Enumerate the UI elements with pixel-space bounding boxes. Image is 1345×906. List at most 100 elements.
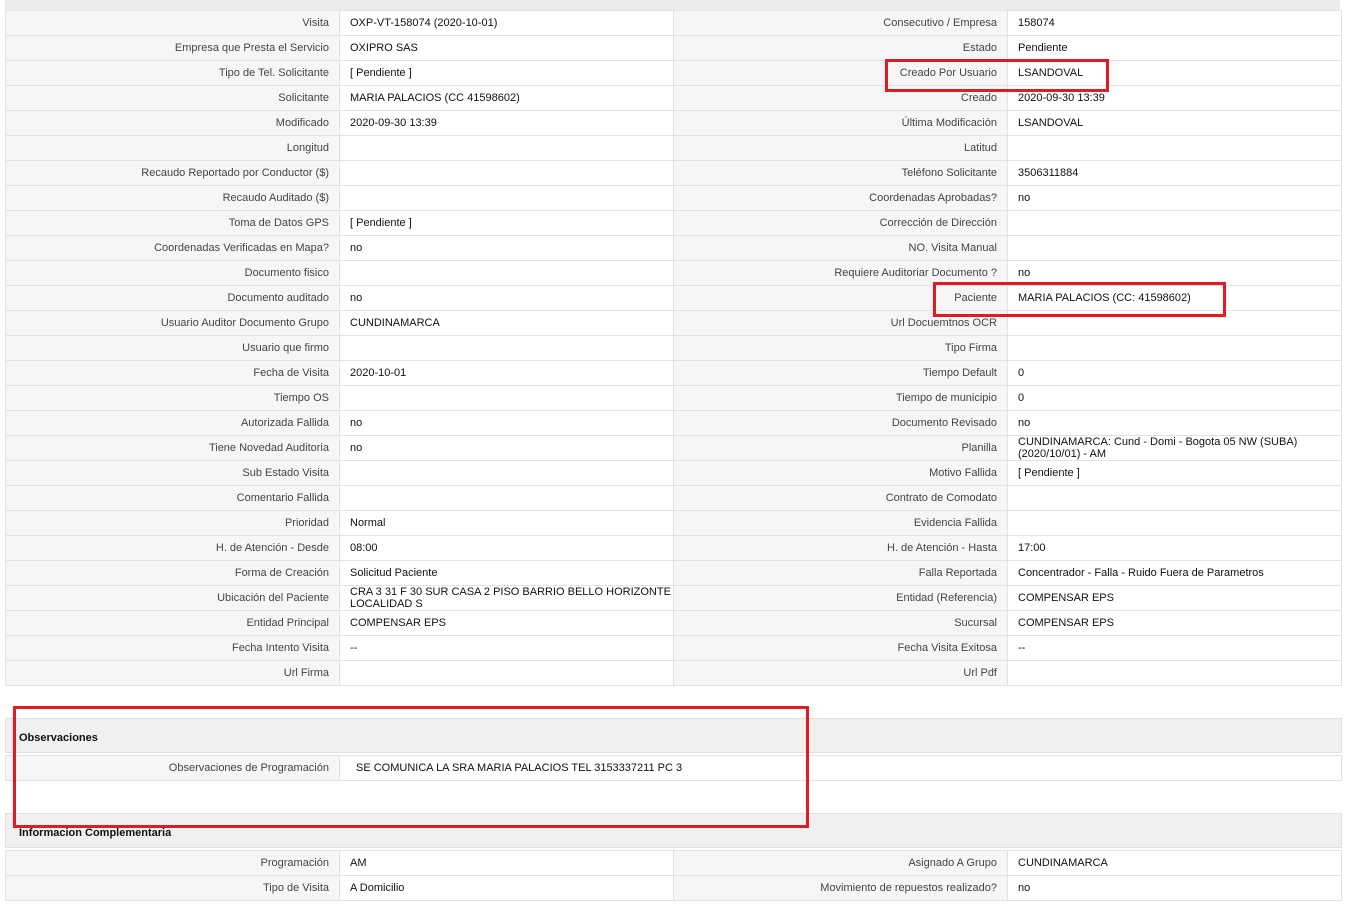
field-label: Motivo Fallida — [673, 460, 1008, 486]
field-value — [339, 185, 674, 211]
table-row: H. de Atención - Desde 08:00 H. de Atenció… — [5, 535, 1342, 561]
field-value — [339, 160, 674, 186]
field-label: Tipo Firma — [673, 335, 1008, 361]
table-row: Recaudo Reportado por Conductor ($) Teléf… — [5, 160, 1342, 186]
field-label: Coordenadas Aprobadas? — [673, 185, 1008, 211]
field-label: Modificado — [5, 110, 340, 136]
field-label: Tiempo Default — [673, 360, 1008, 386]
field-value: no — [1007, 410, 1342, 436]
field-value: Normal — [339, 510, 674, 536]
field-value: 2020-09-30 13:39 — [339, 110, 674, 136]
field-label: Consecutivo / Empresa — [673, 10, 1008, 36]
table-row: Recaudo Auditado ($) Coordenadas Aprobada… — [5, 185, 1342, 211]
table-row: Forma de Creación Solicitud Paciente Falla… — [5, 560, 1342, 586]
field-label: Latitud — [673, 135, 1008, 161]
field-label: Coordenadas Verificadas en Mapa? — [5, 235, 340, 261]
table-row: Autorizada Fallida no Documento Revisado … — [5, 410, 1342, 436]
field-label: Tiempo OS — [5, 385, 340, 411]
field-label: Tiempo de municipio — [673, 385, 1008, 411]
field-value: AM — [339, 850, 674, 876]
field-value: OXIPRO SAS — [339, 35, 674, 61]
field-value: no — [339, 235, 674, 261]
field-value: [ Pendiente ] — [339, 210, 674, 236]
table-row: Programación AM Asignado A Grupo CUNDINAMAR… — [5, 850, 1342, 876]
table-row: Sub Estado Visita Motivo Fallida[ Pendien… — [5, 460, 1342, 486]
field-value — [339, 660, 674, 686]
field-label: Falla Reportada — [673, 560, 1008, 586]
complementaria-title: Informacion Complementaria — [19, 827, 172, 839]
field-label: Tipo de Tel. Solicitante — [5, 60, 340, 86]
field-label: Toma de Datos GPS — [5, 210, 340, 236]
table-row: Ubicación del Paciente CRA 3 31 F 30 SUR … — [5, 585, 1342, 611]
field-value: CUNDINAMARCA — [1007, 850, 1342, 876]
field-value — [1007, 210, 1342, 236]
table-row: Tiempo OS Tiempo de municipio 0 — [5, 385, 1342, 411]
field-label: Fecha de Visita — [5, 360, 340, 386]
field-label: Teléfono Solicitante — [673, 160, 1008, 186]
table-row: Visita OXP-VT-158074 (2020-10-01) Consecut… — [5, 10, 1342, 36]
field-label: Empresa que Presta el Servicio — [5, 35, 340, 61]
field-value: Solicitud Paciente — [339, 560, 674, 586]
field-label: Documento Revisado — [673, 410, 1008, 436]
table-row: Tipo de Tel. Solicitante[ Pendiente ] Cre… — [5, 60, 1342, 86]
field-value: CUNDINAMARCA: Cund - Domi - Bogota 05 NW… — [1007, 435, 1342, 461]
field-value: COMPENSAR EPS — [1007, 610, 1342, 636]
field-value: CUNDINAMARCA — [339, 310, 674, 336]
field-value: [ Pendiente ] — [1007, 460, 1342, 486]
table-row: Fecha de Visita 2020-10-01 Tiempo Default… — [5, 360, 1342, 386]
field-value — [1007, 335, 1342, 361]
field-label: Fecha Intento Visita — [5, 635, 340, 661]
field-value: no — [339, 410, 674, 436]
field-label: Solicitante — [5, 85, 340, 111]
field-label: H. de Atención - Hasta — [673, 535, 1008, 561]
field-value: no — [1007, 875, 1342, 901]
field-label: Autorizada Fallida — [5, 410, 340, 436]
field-value: 2020-10-01 — [339, 360, 674, 386]
field-value — [339, 260, 674, 286]
field-value: OXP-VT-158074 (2020-10-01) — [339, 10, 674, 36]
field-label: Usuario que firmo — [5, 335, 340, 361]
field-value: MARIA PALACIOS (CC 41598602) — [339, 85, 674, 111]
field-label: Movimiento de repuestos realizado? — [673, 875, 1008, 901]
field-value: no — [1007, 185, 1342, 211]
field-label: Prioridad — [5, 510, 340, 536]
table-row: Toma de Datos GPS[ Pendiente ] Corrección… — [5, 210, 1342, 236]
table-row: Comentario Fallida Contrato de Comodato — [5, 485, 1342, 511]
field-label: Sucursal — [673, 610, 1008, 636]
field-value — [1007, 660, 1342, 686]
table-row: Modificado 2020-09-30 13:39 Última Modific… — [5, 110, 1342, 136]
field-label: Programación — [5, 850, 340, 876]
field-value — [339, 385, 674, 411]
table-row: Prioridad Normal Evidencia Fallida — [5, 510, 1342, 536]
field-label: Url Pdf — [673, 660, 1008, 686]
field-label: Entidad Principal — [5, 610, 340, 636]
field-value — [1007, 485, 1342, 511]
field-value: CRA 3 31 F 30 SUR CASA 2 PISO BARRIO BEL… — [339, 585, 674, 611]
field-label: Tipo de Visita — [5, 875, 340, 901]
field-label: Documento fisico — [5, 260, 340, 286]
field-label: Documento auditado — [5, 285, 340, 311]
field-value: 0 — [1007, 385, 1342, 411]
field-label: Última Modificación — [673, 110, 1008, 136]
field-value — [339, 485, 674, 511]
field-value: COMPENSAR EPS — [339, 610, 674, 636]
field-label: Corrección de Dirección — [673, 210, 1008, 236]
field-label: Recaudo Auditado ($) — [5, 185, 340, 211]
field-value — [1007, 235, 1342, 261]
field-label: Forma de Creación — [5, 560, 340, 586]
field-label: Entidad (Referencia) — [673, 585, 1008, 611]
field-value: A Domicilio — [339, 875, 674, 901]
table-row: Longitud Latitud — [5, 135, 1342, 161]
table-row: Usuario que firmo Tipo Firma — [5, 335, 1342, 361]
highlight-paciente — [933, 282, 1226, 317]
highlight-creado-por-usuario — [885, 59, 1109, 92]
field-value: -- — [1007, 635, 1342, 661]
field-value: 08:00 — [339, 535, 674, 561]
highlight-observaciones — [13, 706, 809, 828]
field-value: Pendiente — [1007, 35, 1342, 61]
field-value: LSANDOVAL — [1007, 110, 1342, 136]
field-value — [1007, 135, 1342, 161]
field-value: 0 — [1007, 360, 1342, 386]
field-label: Visita — [5, 10, 340, 36]
field-label: Evidencia Fallida — [673, 510, 1008, 536]
